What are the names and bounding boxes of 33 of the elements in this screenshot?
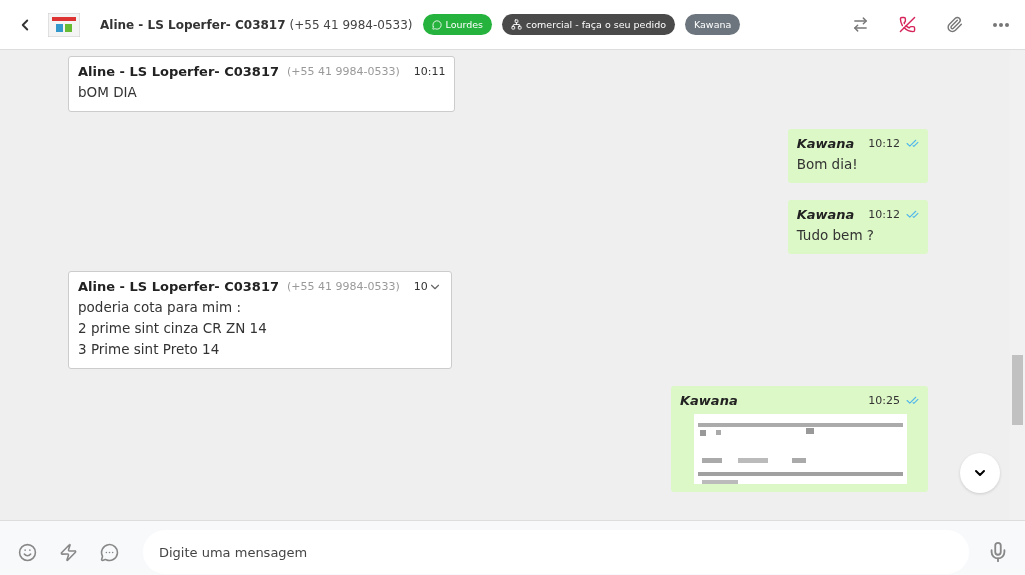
- scrollbar-thumb[interactable]: [1012, 355, 1023, 425]
- message-time: 10:25: [867, 394, 900, 407]
- message-input[interactable]: Digite uma mensagem: [143, 530, 969, 574]
- message-text: Tudo bem ?: [796, 226, 875, 245]
- message-text: bOM DIA: [78, 83, 138, 102]
- transfer-icon: [852, 16, 869, 33]
- sender-phone: (+55 41 9984-0533): [287, 280, 400, 293]
- sender-name: Kawana: [796, 207, 855, 222]
- phone-off-icon: [899, 16, 916, 33]
- message-text: 2 prime sint cinza CR ZN 14: [78, 319, 268, 338]
- sender-name: Kawana: [680, 393, 738, 408]
- message-time: 10:11: [412, 65, 446, 78]
- message-text: poderia cota para mim :: [78, 298, 242, 317]
- message-time: 10:12: [867, 137, 900, 150]
- message-text: Bom dia!: [796, 155, 859, 174]
- message-time: 10:12: [867, 208, 900, 221]
- smiley-icon: [18, 542, 37, 562]
- sender-phone: (+55 41 9984-0533): [287, 65, 400, 78]
- contact-phone: (+55 41 9984-0533): [289, 17, 413, 32]
- more-icon: [993, 22, 1009, 27]
- lightning-icon: [59, 542, 78, 562]
- hierarchy-icon: [511, 19, 523, 30]
- message-time: 10: [412, 280, 428, 293]
- sender-name: Aline - LS Loperfer- C03817: [78, 279, 279, 294]
- sender-name: Aline - LS Loperfer- C03817: [78, 64, 279, 79]
- sender-name: Kawana: [796, 136, 855, 151]
- chat-bubble-icon: [100, 542, 119, 562]
- paperclip-icon: [946, 16, 963, 33]
- tag: Kawana: [685, 14, 741, 35]
- tag: Lourdes: [422, 14, 493, 35]
- contact-name: Aline - LS Loperfer- C03817: [100, 17, 286, 32]
- message-text: 3 Prime sint Preto 14: [78, 340, 221, 359]
- tag: comercial - faça o seu pedido: [502, 14, 675, 35]
